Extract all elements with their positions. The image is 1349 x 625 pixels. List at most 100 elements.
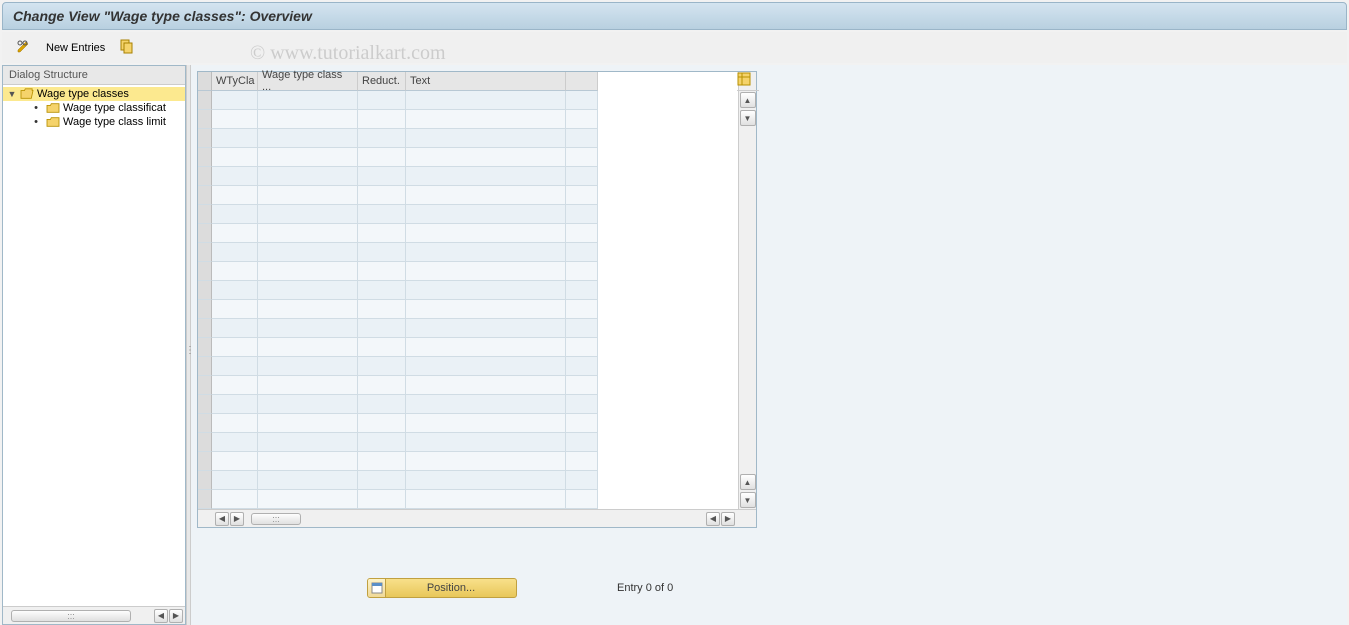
- table-row[interactable]: [198, 471, 738, 490]
- cell-wage-type-class[interactable]: [258, 129, 358, 148]
- cell-extra[interactable]: [566, 414, 598, 433]
- cell-reduct[interactable]: [358, 471, 406, 490]
- toggle-edit-button[interactable]: [12, 36, 36, 59]
- row-selector[interactable]: [198, 433, 212, 452]
- cell-reduct[interactable]: [358, 414, 406, 433]
- cell-wtycla[interactable]: [212, 167, 258, 186]
- scroll-down-button-bottom[interactable]: ▼: [740, 492, 756, 508]
- cell-text[interactable]: [406, 243, 566, 262]
- cell-extra[interactable]: [566, 110, 598, 129]
- cell-wtycla[interactable]: [212, 129, 258, 148]
- configure-columns-button[interactable]: [737, 72, 759, 91]
- cell-extra[interactable]: [566, 357, 598, 376]
- cell-text[interactable]: [406, 338, 566, 357]
- row-selector[interactable]: [198, 243, 212, 262]
- position-button[interactable]: Position...: [367, 578, 517, 598]
- table-row[interactable]: [198, 110, 738, 129]
- cell-wage-type-class[interactable]: [258, 205, 358, 224]
- cell-wtycla[interactable]: [212, 338, 258, 357]
- cell-text[interactable]: [406, 129, 566, 148]
- cell-reduct[interactable]: [358, 91, 406, 110]
- table-row[interactable]: [198, 433, 738, 452]
- cell-wtycla[interactable]: [212, 471, 258, 490]
- cell-wage-type-class[interactable]: [258, 186, 358, 205]
- copy-button[interactable]: [115, 36, 139, 59]
- cell-extra[interactable]: [566, 300, 598, 319]
- cell-reduct[interactable]: [358, 281, 406, 300]
- cell-wtycla[interactable]: [212, 395, 258, 414]
- cell-reduct[interactable]: [358, 224, 406, 243]
- col-header-wage-type-class[interactable]: Wage type class ...: [258, 72, 358, 91]
- cell-extra[interactable]: [566, 471, 598, 490]
- cell-reduct[interactable]: [358, 433, 406, 452]
- row-selector[interactable]: [198, 224, 212, 243]
- cell-reduct[interactable]: [358, 338, 406, 357]
- col-header-text[interactable]: Text: [406, 72, 566, 91]
- cell-wage-type-class[interactable]: [258, 357, 358, 376]
- row-selector[interactable]: [198, 167, 212, 186]
- cell-reduct[interactable]: [358, 452, 406, 471]
- table-row[interactable]: [198, 281, 738, 300]
- cell-wtycla[interactable]: [212, 357, 258, 376]
- cell-wtycla[interactable]: [212, 186, 258, 205]
- cell-wage-type-class[interactable]: [258, 243, 358, 262]
- cell-extra[interactable]: [566, 148, 598, 167]
- cell-text[interactable]: [406, 357, 566, 376]
- cell-reduct[interactable]: [358, 490, 406, 509]
- hscroll-right-button[interactable]: ▶: [721, 512, 735, 526]
- row-selector[interactable]: [198, 357, 212, 376]
- cell-extra[interactable]: [566, 281, 598, 300]
- cell-extra[interactable]: [566, 243, 598, 262]
- cell-text[interactable]: [406, 433, 566, 452]
- table-row[interactable]: [198, 490, 738, 509]
- cell-reduct[interactable]: [358, 319, 406, 338]
- cell-extra[interactable]: [566, 376, 598, 395]
- row-selector[interactable]: [198, 281, 212, 300]
- cell-text[interactable]: [406, 414, 566, 433]
- cell-wage-type-class[interactable]: [258, 490, 358, 509]
- col-header-reduct[interactable]: Reduct.: [358, 72, 406, 91]
- table-row[interactable]: [198, 452, 738, 471]
- cell-wtycla[interactable]: [212, 452, 258, 471]
- splitter-handle[interactable]: [186, 65, 191, 625]
- table-row[interactable]: [198, 319, 738, 338]
- table-row[interactable]: [198, 129, 738, 148]
- row-selector[interactable]: [198, 395, 212, 414]
- tree-node-wage-type-class-limit[interactable]: • Wage type class limit: [3, 115, 185, 129]
- table-row[interactable]: [198, 243, 738, 262]
- new-entries-button[interactable]: New Entries: [42, 40, 109, 56]
- hscroll-left2-button[interactable]: ◀: [706, 512, 720, 526]
- row-selector[interactable]: [198, 338, 212, 357]
- cell-wage-type-class[interactable]: [258, 471, 358, 490]
- cell-wtycla[interactable]: [212, 319, 258, 338]
- cell-wtycla[interactable]: [212, 300, 258, 319]
- cell-reduct[interactable]: [358, 243, 406, 262]
- cell-extra[interactable]: [566, 186, 598, 205]
- cell-wage-type-class[interactable]: [258, 281, 358, 300]
- cell-wage-type-class[interactable]: [258, 148, 358, 167]
- cell-extra[interactable]: [566, 319, 598, 338]
- scroll-down-button[interactable]: ▼: [740, 110, 756, 126]
- hscroll-step-right-button[interactable]: ▶: [230, 512, 244, 526]
- cell-extra[interactable]: [566, 224, 598, 243]
- cell-wtycla[interactable]: [212, 376, 258, 395]
- table-row[interactable]: [198, 167, 738, 186]
- cell-text[interactable]: [406, 281, 566, 300]
- cell-reduct[interactable]: [358, 357, 406, 376]
- table-row[interactable]: [198, 414, 738, 433]
- scroll-up-button-bottom[interactable]: ▲: [740, 474, 756, 490]
- cell-text[interactable]: [406, 376, 566, 395]
- cell-extra[interactable]: [566, 167, 598, 186]
- cell-extra[interactable]: [566, 205, 598, 224]
- hscroll-thumb-grid[interactable]: :::: [251, 513, 301, 525]
- expand-icon[interactable]: ▼: [7, 89, 17, 99]
- vertical-scrollbar[interactable]: ▲ ▼ ▲ ▼: [738, 72, 756, 509]
- row-selector[interactable]: [198, 110, 212, 129]
- row-selector[interactable]: [198, 471, 212, 490]
- cell-text[interactable]: [406, 110, 566, 129]
- cell-text[interactable]: [406, 167, 566, 186]
- cell-extra[interactable]: [566, 338, 598, 357]
- cell-extra[interactable]: [566, 91, 598, 110]
- cell-wage-type-class[interactable]: [258, 91, 358, 110]
- row-selector[interactable]: [198, 300, 212, 319]
